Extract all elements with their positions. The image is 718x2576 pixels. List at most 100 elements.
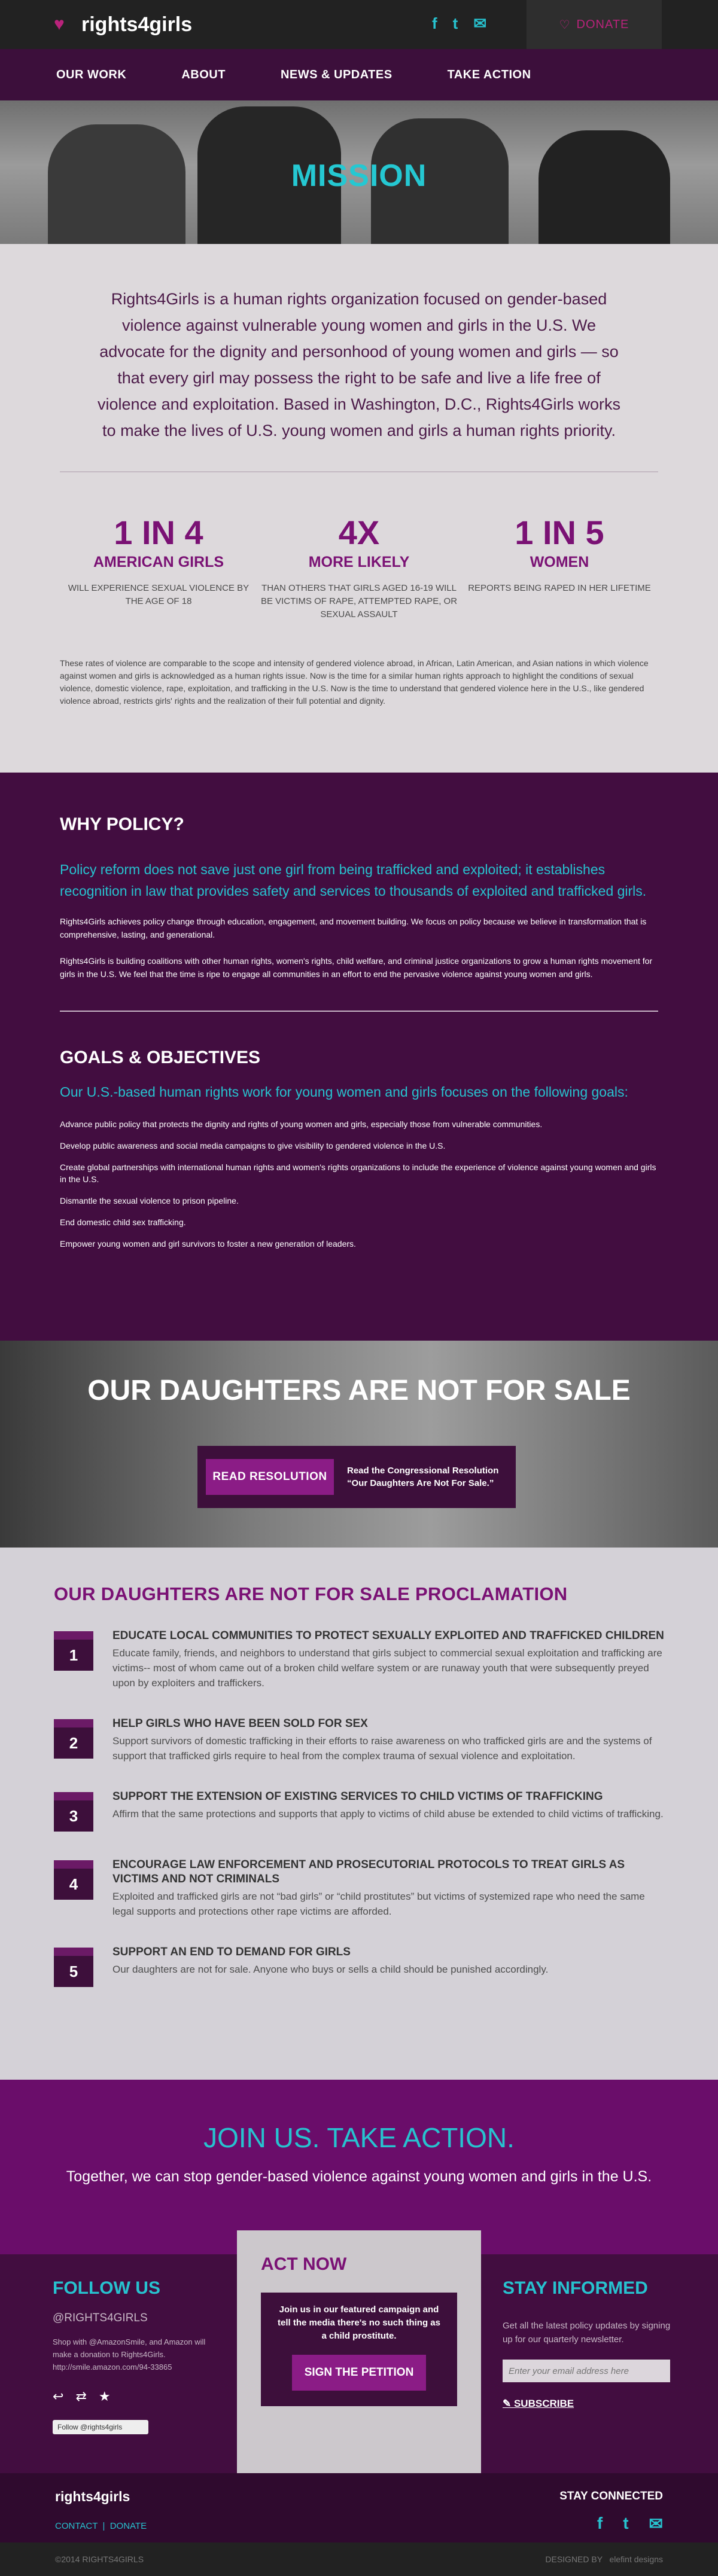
copyright-bar: ©2014 RIGHTS4GIRLS DESIGNED BY elefint d… [0, 2543, 718, 2576]
divider [60, 1011, 658, 1012]
join-title: JOIN US. TAKE ACTION. [203, 2122, 515, 2153]
link-separator: | [100, 2521, 110, 2531]
goal-item: Advance public policy that protects the … [60, 1119, 543, 1129]
heart-logo-icon: ♥ [54, 14, 65, 34]
proclamation-item: 2 HELP GIRLS WHO HAVE BEEN SOLD FOR SEX … [54, 1717, 664, 1763]
tweet-actions: ↩ ⇄ ★ [53, 2389, 208, 2404]
item-text: Exploited and trafficked girls are not “… [112, 1891, 645, 1917]
goal-item: Empower young women and girl survivors t… [60, 1239, 356, 1249]
goal-item: Create global partnerships with internat… [60, 1162, 656, 1184]
policy-lead: Policy reform does not save just one gir… [60, 862, 647, 899]
footer-links: CONTACT | DONATE [55, 2521, 147, 2531]
divider [60, 471, 658, 472]
stay-title: STAY INFORMED [503, 2278, 648, 2298]
email-input[interactable] [503, 2360, 670, 2382]
stay-informed-column: STAY INFORMED Get all the latest policy … [503, 2278, 682, 2410]
hero-title: MISSION [291, 158, 427, 193]
resolution-banner: OUR DAUGHTERS ARE NOT FOR SALE READ RESO… [0, 1341, 718, 1548]
brand-name: rights4girls [81, 13, 193, 36]
contact-link[interactable]: CONTACT [55, 2521, 98, 2531]
main-nav: OUR WORK ABOUT NEWS & UPDATES TAKE ACTIO… [0, 49, 718, 100]
item-text: Our daughters are not for sale. Anyone w… [112, 1964, 549, 1975]
policy-section: WHY POLICY? Policy reform does not save … [0, 773, 718, 1341]
footer-columns: FOLLOW US @RIGHTS4GIRLS Shop with @Amazo… [0, 2230, 718, 2473]
nav-item-take-action[interactable]: TAKE ACTION [448, 68, 531, 82]
banner-title: OUR DAUGHTERS ARE NOT FOR SALE [87, 1375, 631, 1406]
proclamation-item: 1 EDUCATE LOCAL COMMUNITIES TO PROTECT S… [54, 1629, 664, 1690]
item-number: 3 [54, 1792, 93, 1832]
email-icon[interactable]: ✉ [649, 2514, 663, 2534]
donate-label: DONATE [576, 17, 629, 31]
mission-section: Rights4Girls is a human rights organizat… [0, 244, 718, 773]
mission-note: These rates of violence are comparable t… [60, 658, 649, 706]
resolution-text-line: Read the Congressional Resolution [347, 1466, 499, 1476]
goal-item: Develop public awareness and social medi… [60, 1141, 446, 1150]
item-text: Support survivors of domestic traffickin… [112, 1735, 652, 1762]
proclamation-section: OUR DAUGHTERS ARE NOT FOR SALE PROCLAMAT… [0, 1548, 718, 2080]
subscribe-label: SUBSCRIBE [513, 2398, 574, 2409]
policy-paragraph: Rights4Girls is building coalitions with… [60, 956, 653, 979]
item-number: 2 [54, 1719, 93, 1759]
footer-brand[interactable]: rights4girls [55, 2489, 130, 2505]
goals-list: Advance public policy that protects the … [60, 1118, 658, 1250]
stat-label: WOMEN [530, 554, 589, 570]
stat-item: 4X MORE LIKELY THAN OTHERS THAT GIRLS AG… [260, 514, 458, 621]
site-logo[interactable]: ♥ rights4girls [54, 13, 192, 36]
stats-row: 1 IN 4 AMERICAN GIRLS WILL EXPERIENCE SE… [60, 514, 658, 621]
twitter-icon[interactable]: t [623, 2514, 628, 2534]
stat-label: MORE LIKELY [308, 554, 410, 570]
donate-link[interactable]: DONATE [110, 2521, 147, 2531]
nav-item-our-work[interactable]: OUR WORK [56, 68, 126, 82]
facebook-icon[interactable]: f [597, 2514, 603, 2534]
top-bar: ♥ rights4girls f t ✉ ♡ DONATE [0, 0, 718, 49]
designer-name: elefint designs [609, 2554, 663, 2564]
follow-title: FOLLOW US [53, 2278, 160, 2298]
proclamation-item: 5 SUPPORT AN END TO DEMAND FOR GIRLS Our… [54, 1945, 664, 1987]
item-number: 1 [54, 1631, 93, 1671]
item-title: ENCOURAGE LAW ENFORCEMENT AND PROSECUTOR… [112, 1858, 625, 1885]
twitter-icon[interactable]: t [453, 14, 458, 33]
designed-by-label: DESIGNED BY [545, 2554, 603, 2564]
stay-connected-label: STAY CONNECTED [559, 2490, 663, 2502]
tweet-text: Shop with @AmazonSmile, and Amazon will … [53, 2337, 206, 2371]
resolution-text: Read the Congressional Resolution “Our D… [347, 1464, 498, 1490]
page: ♥ rights4girls f t ✉ ♡ DONATE OUR WORK A… [0, 0, 718, 2576]
join-section: JOIN US. TAKE ACTION. Together, we can s… [0, 2080, 718, 2254]
petition-box: Join us in our featured campaign and tel… [261, 2293, 457, 2406]
petition-text: Join us in our featured campaign and tel… [278, 2305, 440, 2341]
favorite-icon[interactable]: ★ [99, 2389, 111, 2404]
subscribe-link[interactable]: ✎ SUBSCRIBE [503, 2398, 682, 2410]
donate-button[interactable]: ♡ DONATE [527, 0, 662, 49]
sign-petition-button[interactable]: SIGN THE PETITION [292, 2355, 426, 2391]
bottom-bar: rights4girls CONTACT | DONATE STAY CONNE… [0, 2473, 718, 2543]
reply-icon[interactable]: ↩ [53, 2389, 63, 2404]
item-text: Affirm that the same protections and sup… [112, 1808, 664, 1820]
nav-item-news-updates[interactable]: NEWS & UPDATES [281, 68, 393, 82]
proclamation-item: 3 SUPPORT THE EXTENSION OF EXISTING SERV… [54, 1790, 664, 1832]
stat-description: WILL EXPERIENCE SEXUAL VIOLENCE BY THE A… [68, 583, 250, 606]
email-icon[interactable]: ✉ [473, 14, 486, 33]
goals-lead: Our U.S.-based human rights work for you… [60, 1084, 628, 1100]
heart-outline-icon: ♡ [559, 18, 571, 32]
resolution-box: READ RESOLUTION Read the Congressional R… [197, 1446, 516, 1508]
newsletter-text: Get all the latest policy updates by sig… [503, 2321, 671, 2345]
join-text: Together, we can stop gender-based viole… [66, 2168, 652, 2185]
read-resolution-button[interactable]: READ RESOLUTION [206, 1459, 334, 1495]
twitter-follow-button[interactable]: Follow @rights4girls [53, 2420, 148, 2434]
mission-statement: Rights4Girls is a human rights organizat… [98, 290, 620, 439]
twitter-handle[interactable]: @RIGHTS4GIRLS [53, 2312, 208, 2325]
footer-social-links: f t ✉ [597, 2514, 663, 2534]
designer-credit[interactable]: DESIGNED BY elefint designs [545, 2554, 663, 2564]
proclamation-title: OUR DAUGHTERS ARE NOT FOR SALE PROCLAMAT… [54, 1583, 568, 1604]
pencil-icon: ✎ [503, 2398, 514, 2409]
item-title: SUPPORT THE EXTENSION OF EXISTING SERVIC… [112, 1790, 603, 1803]
goal-item: Dismantle the sexual violence to prison … [60, 1196, 239, 1205]
facebook-icon[interactable]: f [432, 14, 437, 33]
header-social-links: f t ✉ [432, 14, 486, 33]
stat-item: 1 IN 5 WOMEN REPORTS BEING RAPED IN HER … [461, 514, 658, 621]
act-title: ACT NOW [261, 2254, 347, 2274]
nav-item-about[interactable]: ABOUT [181, 68, 226, 82]
retweet-icon[interactable]: ⇄ [75, 2389, 86, 2404]
stat-label: AMERICAN GIRLS [93, 554, 224, 570]
item-title: EDUCATE LOCAL COMMUNITIES TO PROTECT SEX… [112, 1629, 664, 1642]
